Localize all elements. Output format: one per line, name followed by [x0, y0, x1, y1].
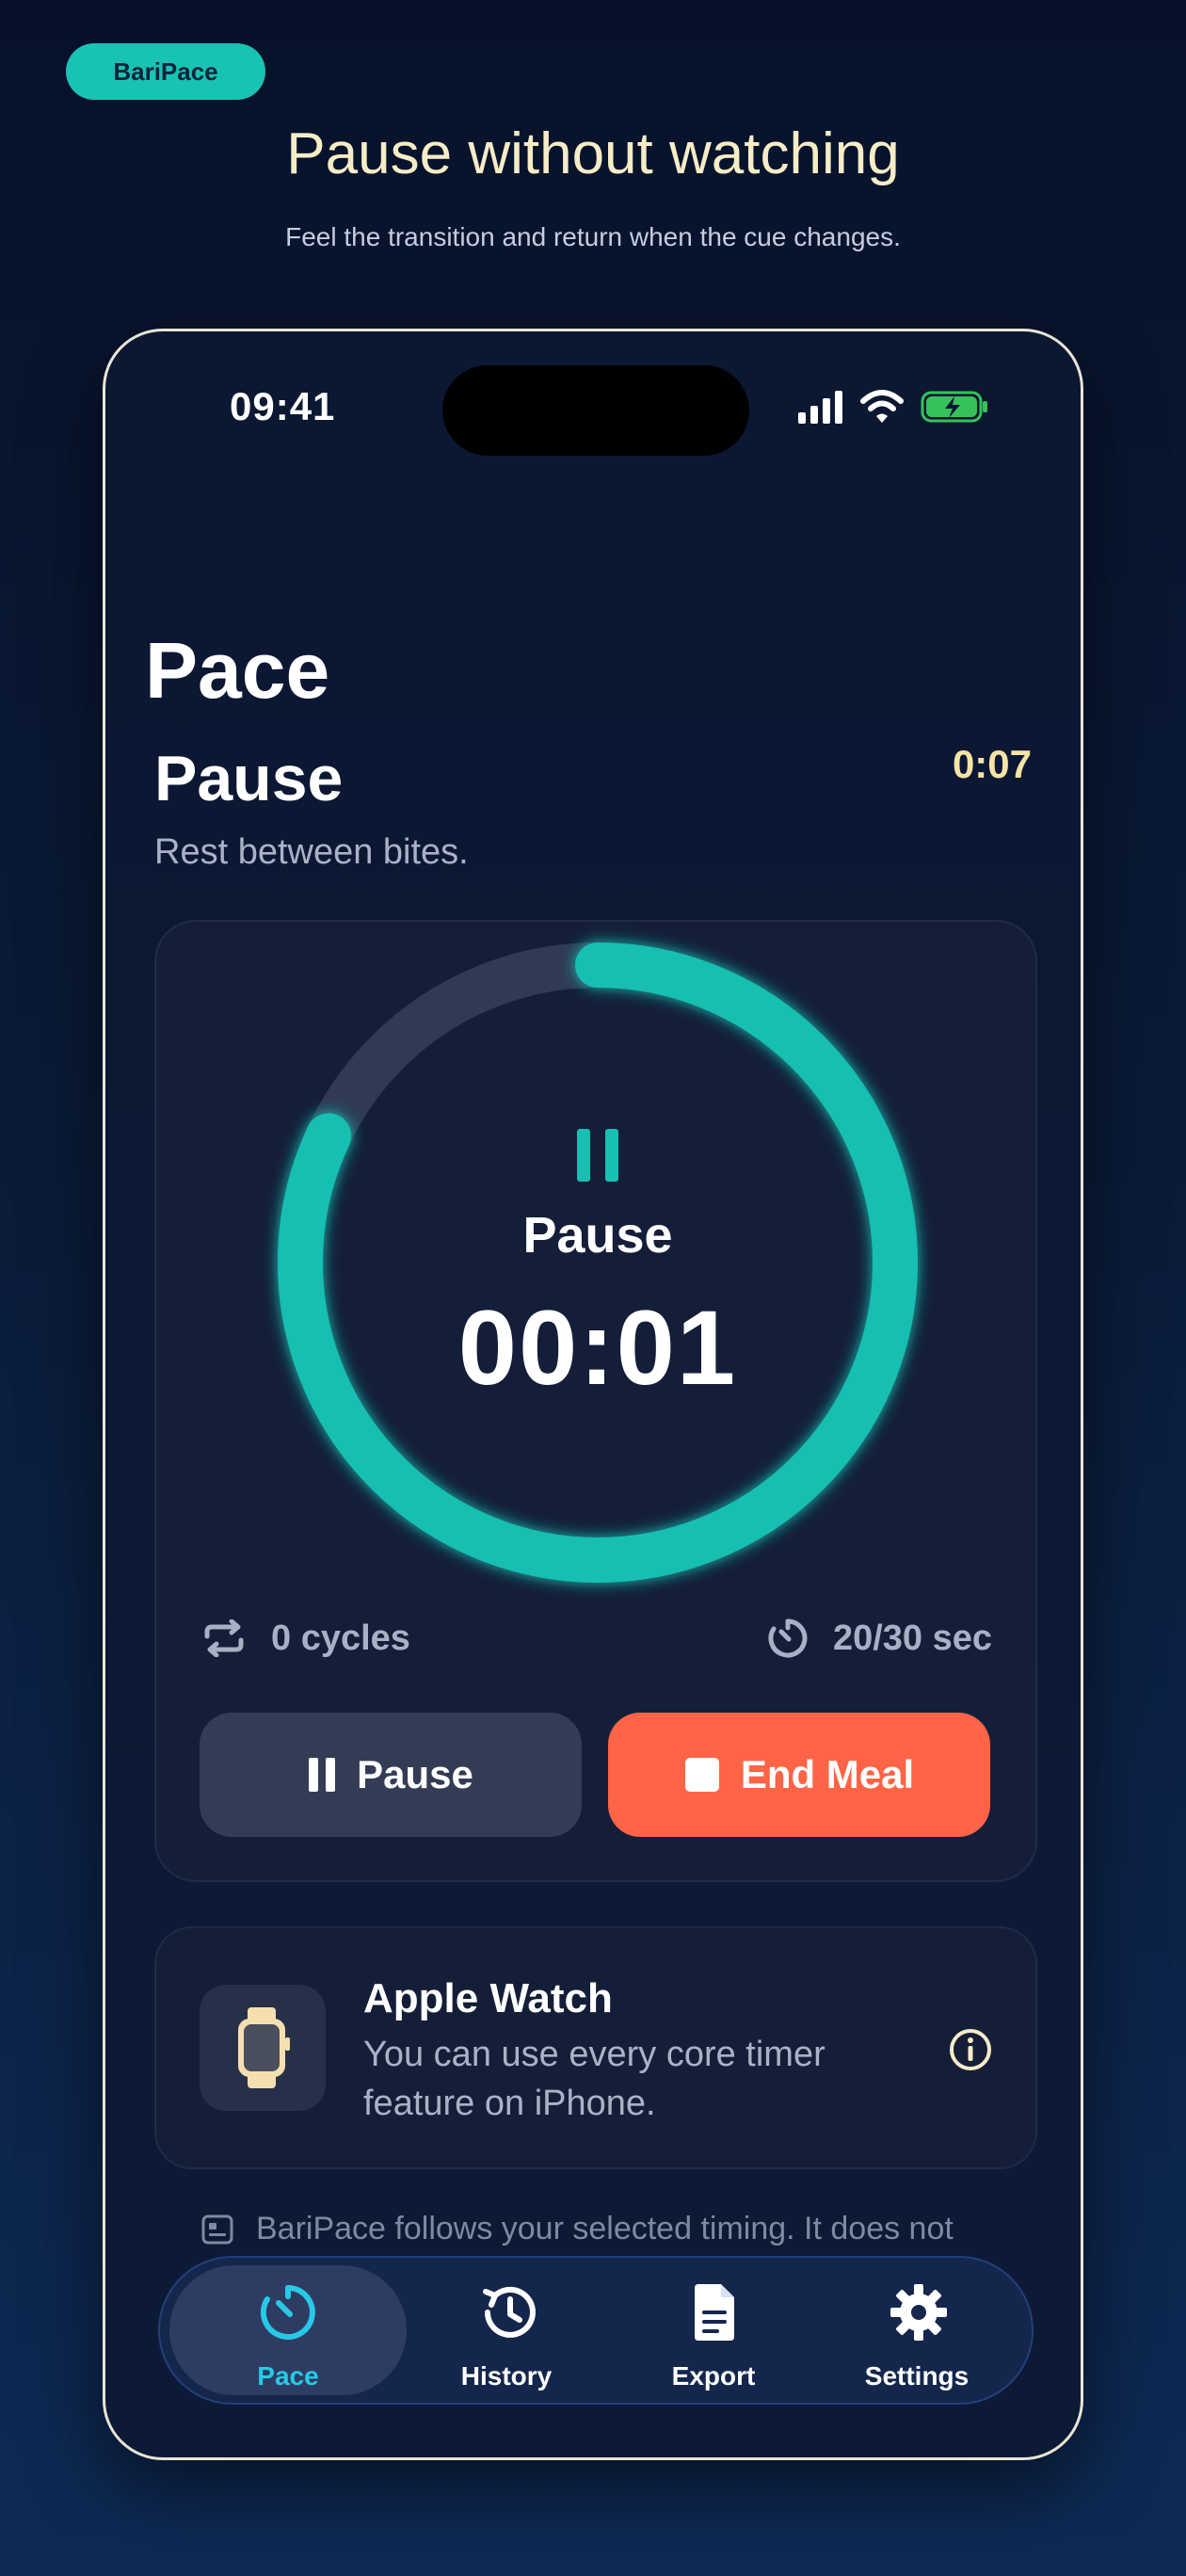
cycles-count: 0 cycles [271, 1618, 410, 1658]
hero-subline: Feel the transition and return when the … [285, 222, 901, 251]
watch-card-description: You can use every core timer feature on … [363, 2035, 825, 2123]
timer-card: Pause 00:01 0 cycles 20/30 sec Pause End… [154, 920, 1037, 1882]
disclaimer: BariPace follows your selected timing. I… [201, 2211, 1011, 2247]
battery-charging-icon [921, 391, 987, 423]
hero-headline: Pause without watching [286, 121, 900, 186]
countdown-time: 00:01 [457, 1289, 738, 1407]
tab-export-label: Export [671, 2361, 756, 2391]
tab-export[interactable]: Export [610, 2258, 817, 2403]
pause-icon [309, 1758, 336, 1792]
tab-pace[interactable]: Pace [169, 2265, 407, 2395]
duration-stat: 20/30 sec [767, 1615, 992, 1662]
timer-icon [768, 1618, 808, 1658]
tab-history-label: History [460, 2361, 553, 2391]
end-meal-button-label: End Meal [740, 1752, 915, 1796]
repeat-icon [204, 1619, 244, 1657]
ring-phase-label: Pause [522, 1207, 673, 1264]
apple-watch-card: Apple Watch You can use every core timer… [154, 1926, 1037, 2169]
status-icons [796, 388, 994, 426]
dynamic-island [442, 365, 749, 456]
phone-frame: 09:41 Pace Pause 0:07 Rest between bites… [103, 329, 1083, 2460]
apple-watch-icon [238, 2007, 290, 2088]
tab-pace-label: Pace [257, 2361, 319, 2391]
progress-ring [278, 942, 918, 1583]
elapsed-time: 0:07 [952, 742, 1032, 786]
watch-card-title: Apple Watch [363, 1975, 613, 2021]
disclaimer-text: BariPace follows your selected timing. I… [256, 2211, 954, 2246]
watch-icon-container [200, 1985, 326, 2111]
pause-button-label: Pause [357, 1752, 473, 1796]
phase-subtitle: Rest between bites. [154, 832, 469, 872]
note-icon [201, 2214, 233, 2244]
phase-title: Pause [154, 743, 344, 814]
end-meal-button[interactable]: End Meal [608, 1713, 990, 1837]
pause-button[interactable]: Pause [200, 1713, 582, 1837]
tab-bar: Pace History Export Settings [158, 2256, 1034, 2405]
document-icon [695, 2284, 734, 2341]
history-icon [483, 2286, 536, 2338]
tab-history[interactable]: History [403, 2258, 610, 2403]
info-icon[interactable] [949, 2028, 992, 2071]
status-time: 09:41 [230, 384, 336, 428]
cellular-signal-icon [798, 391, 842, 424]
wifi-icon [860, 390, 904, 423]
stop-icon [684, 1758, 719, 1792]
page-title: Pace [145, 626, 330, 715]
pause-phase-icon [156, 1127, 1039, 1188]
duration-value: 20/30 sec [832, 1618, 992, 1658]
cycles-stat: 0 cycles [201, 1615, 410, 1662]
timer-icon [260, 2285, 315, 2340]
tab-settings-label: Settings [864, 2361, 970, 2391]
tab-settings[interactable]: Settings [813, 2258, 1020, 2403]
brand-badge: BariPace [66, 43, 265, 100]
gear-icon [890, 2284, 947, 2341]
